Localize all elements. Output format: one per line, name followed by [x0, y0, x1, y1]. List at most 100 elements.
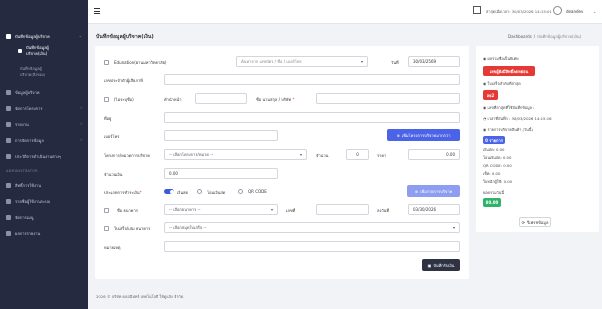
title-input[interactable] [195, 93, 247, 104]
sidebar-item-donors[interactable]: ข้อมูลผู้บริจาค [6, 89, 40, 96]
name-input[interactable] [316, 93, 460, 104]
address-label: ที่อยู่ [104, 116, 112, 121]
sidebar-item-results[interactable]: ผลการรายงาน [6, 230, 40, 237]
address-input[interactable] [164, 112, 460, 123]
sidebar-item-label: จัดการเมนู [15, 215, 34, 220]
pay-transfer-radio[interactable] [197, 189, 202, 194]
name-label: ชื่อ นามสกุล / บริษัท * [256, 96, 294, 103]
qty-input[interactable]: 0 [346, 149, 369, 160]
receipt-book-label: ใบเสร็จ/เล่ม ธนาคาร [114, 226, 151, 231]
note-input[interactable] [164, 241, 460, 252]
chevron-down-icon: ▾ [360, 59, 363, 64]
page-title: บันทึกข้อมูลผู้บริจาค(เงิน) [96, 34, 154, 40]
pay-cash-toggle[interactable] [164, 189, 174, 194]
anonymous-checkbox[interactable] [104, 97, 109, 102]
hamburger-icon[interactable] [94, 8, 100, 14]
save-button[interactable]: ▣ บันทึกรับเงิน [422, 259, 460, 271]
transfer-date-input[interactable]: 03/30/2026 [408, 204, 460, 215]
list-icon: ◉ [483, 127, 487, 132]
phone-label: เบอร์โทร [104, 134, 120, 139]
chevron-right-icon: › [80, 121, 82, 126]
pin-icon: ◉ [483, 56, 487, 61]
chevron-right-icon: › [80, 105, 82, 110]
donor-search-select[interactable]: ค้นหาจาก เลขบัตร / ชื่อ / เบอร์โทร ▾ [236, 56, 368, 67]
donor-type-label-text: ผลรวมชื่อเป็นพิเศษ [487, 56, 519, 61]
date-field[interactable]: 30/03/2569 [408, 56, 460, 67]
sidebar-item-label: บันทึกข้อมูลผู้บริจาค [15, 34, 50, 39]
edu-checkbox[interactable] [104, 60, 109, 65]
sidebar-item-donor-money[interactable]: บันทึกข้อมูลผู้บริจาค(เงิน) [18, 45, 70, 57]
amount-input[interactable]: 0.00 [164, 168, 278, 179]
last-receipt-label: ◉ เลขที่ล่าสุดที่ใช้บันทึกข้อมูล : [483, 105, 534, 111]
last-time-label: ◔ เวลาที่บันทึก : 30/03/2026 14:15:16 [483, 116, 552, 122]
key-icon [6, 183, 11, 188]
pay-qr-radio[interactable] [238, 189, 243, 194]
sidebar-item-label: จัดการโครงการ [15, 106, 43, 111]
sidebar-item-permissions[interactable]: สิทธิ์การใช้งาน [6, 182, 41, 189]
last-receipt-label-text: เลขที่ล่าสุดที่ใช้บันทึกข้อมูล : [487, 105, 535, 110]
save-icon: ▣ [427, 262, 432, 268]
summary-total-badge: 80.00 [483, 198, 501, 207]
sidebar-item-label: การจัดการข้อมูล [15, 138, 44, 143]
receipt-book-select[interactable]: -- เลือกสมุดใบเสร็จ -- ▾ [164, 222, 460, 233]
chevron-down-icon: ▾ [270, 207, 273, 212]
plus-circle-icon: ⊕ [396, 132, 400, 138]
list-icon [18, 49, 22, 53]
sidebar-item-projects[interactable]: จัดการโครงการ [6, 105, 43, 112]
doc-icon: ◉ [483, 105, 487, 110]
plus-circle-icon: ⊕ [414, 188, 419, 194]
save-button-label: บันทึกรับเงิน [433, 262, 455, 268]
required-mark: * [292, 97, 295, 102]
chevron-down-icon: ▾ [452, 225, 455, 230]
fullscreen-icon[interactable] [473, 6, 481, 14]
sidebar-item-history[interactable]: ประวัติการดำเนินงานต่างๆ [6, 153, 61, 160]
amount-label: จำนวนเงิน [104, 172, 123, 177]
receipt-book-checkbox[interactable] [104, 226, 109, 231]
sidebar-item-users[interactable]: รายชื่อผู้ใช้งานระบบ [6, 198, 50, 205]
breadcrumb-link-dashboards[interactable]: Dashboards [508, 34, 532, 39]
sidebar-item-label: ผลการรายงาน [15, 231, 41, 236]
bank-label: ชื่อ ธนาคาร [117, 208, 138, 213]
today-type-label-text: รายการบริจาคสินค้า (วันนี้) [487, 127, 533, 132]
tax-id-input[interactable] [164, 74, 460, 85]
pay-method-label: ประเภทการชำระเงิน* [104, 189, 142, 196]
account-no-input[interactable] [316, 204, 369, 215]
history-icon [6, 154, 11, 159]
add-list-button[interactable]: ⊕ เพิ่มรายการบริจาค [407, 185, 460, 197]
project-label: โครงการ/หมวดการบริจาค [104, 153, 150, 158]
summary-cash: เงินสด: 0.00 [483, 147, 505, 152]
anonymous-label: (ไม่ระบุชื่อ) [114, 97, 134, 102]
bank-select[interactable]: -- เลือกธนาคาร -- ▾ [164, 204, 278, 215]
receipt-count-label: ◉ ใบเสร็จลำดับที่ล่าสุด [483, 81, 521, 87]
breadcrumb: Dashboards / บันทึกข้อมูลผู้บริจาค(เงิน) [508, 34, 582, 39]
footer-copyright: 2026 © บริษัท ดลอนีฟทร์ เทคโนโลยี ให้ดูแ… [96, 294, 185, 299]
sidebar-item-label: ข้อมูลผู้บริจาค [15, 90, 40, 95]
project-select[interactable]: -- เลือกโครงการ/หมวด -- ▾ [164, 149, 307, 160]
chevron-down-icon[interactable]: ⌄ [593, 9, 596, 14]
add-list-button-label: เพิ่มรายการบริจาค [420, 188, 453, 194]
donor-status-badge: เลขผู้ยังมีสิทธิ์ลดหย่อน [483, 66, 535, 76]
phone-input[interactable] [164, 130, 278, 141]
chevron-right-icon: › [80, 137, 82, 142]
sidebar-item-menus[interactable]: จัดการเมนู [6, 214, 34, 221]
sidebar-item-label: ประวัติการดำเนินงานต่างๆ [15, 154, 62, 159]
sidebar-item-label: บันทึกข้อมูลผู้บริจาค(เงิน) [26, 45, 49, 56]
username[interactable]: deandev [566, 9, 583, 14]
pay-method-label-text: ประเภทการชำระเงิน [104, 190, 140, 195]
avatar[interactable] [553, 6, 562, 15]
bank-checkbox[interactable] [104, 208, 109, 213]
sidebar-item-data-management[interactable]: การจัดการข้อมูล [6, 137, 44, 144]
refresh-button[interactable]: ⟳ รีเฟรชข้อมูล [519, 217, 551, 227]
report-icon [6, 122, 11, 127]
sidebar-item-donor-entry[interactable]: บันทึกข้อมูลผู้บริจาค [6, 33, 50, 40]
last-time-label-text: เวลาที่บันทึก : 30/03/2026 14:15:16 [487, 116, 552, 121]
donor-search-placeholder: ค้นหาจาก เลขบัตร / ชื่อ / เบอร์โทร [241, 59, 302, 64]
sidebar-item-donor-goods[interactable]: บันทึกข้อมูลผู้บริจาค(สิ่งของ) [20, 66, 64, 78]
price-input[interactable]: 0.00 [408, 149, 460, 160]
last-updated-datetime: ล่าสุดเมื่อเวลา: 30/03/2026 14:15:01 [486, 9, 552, 14]
pay-cash-label: เงินสด [177, 190, 189, 195]
add-project-button[interactable]: ⊕ เพิ่มโครงการบริจาคมากกว่า [387, 129, 460, 141]
sidebar-item-reports[interactable]: รายงาน [6, 121, 29, 128]
folder-icon [6, 106, 11, 111]
pay-transfer-label: โอนเงินสด [207, 190, 226, 195]
